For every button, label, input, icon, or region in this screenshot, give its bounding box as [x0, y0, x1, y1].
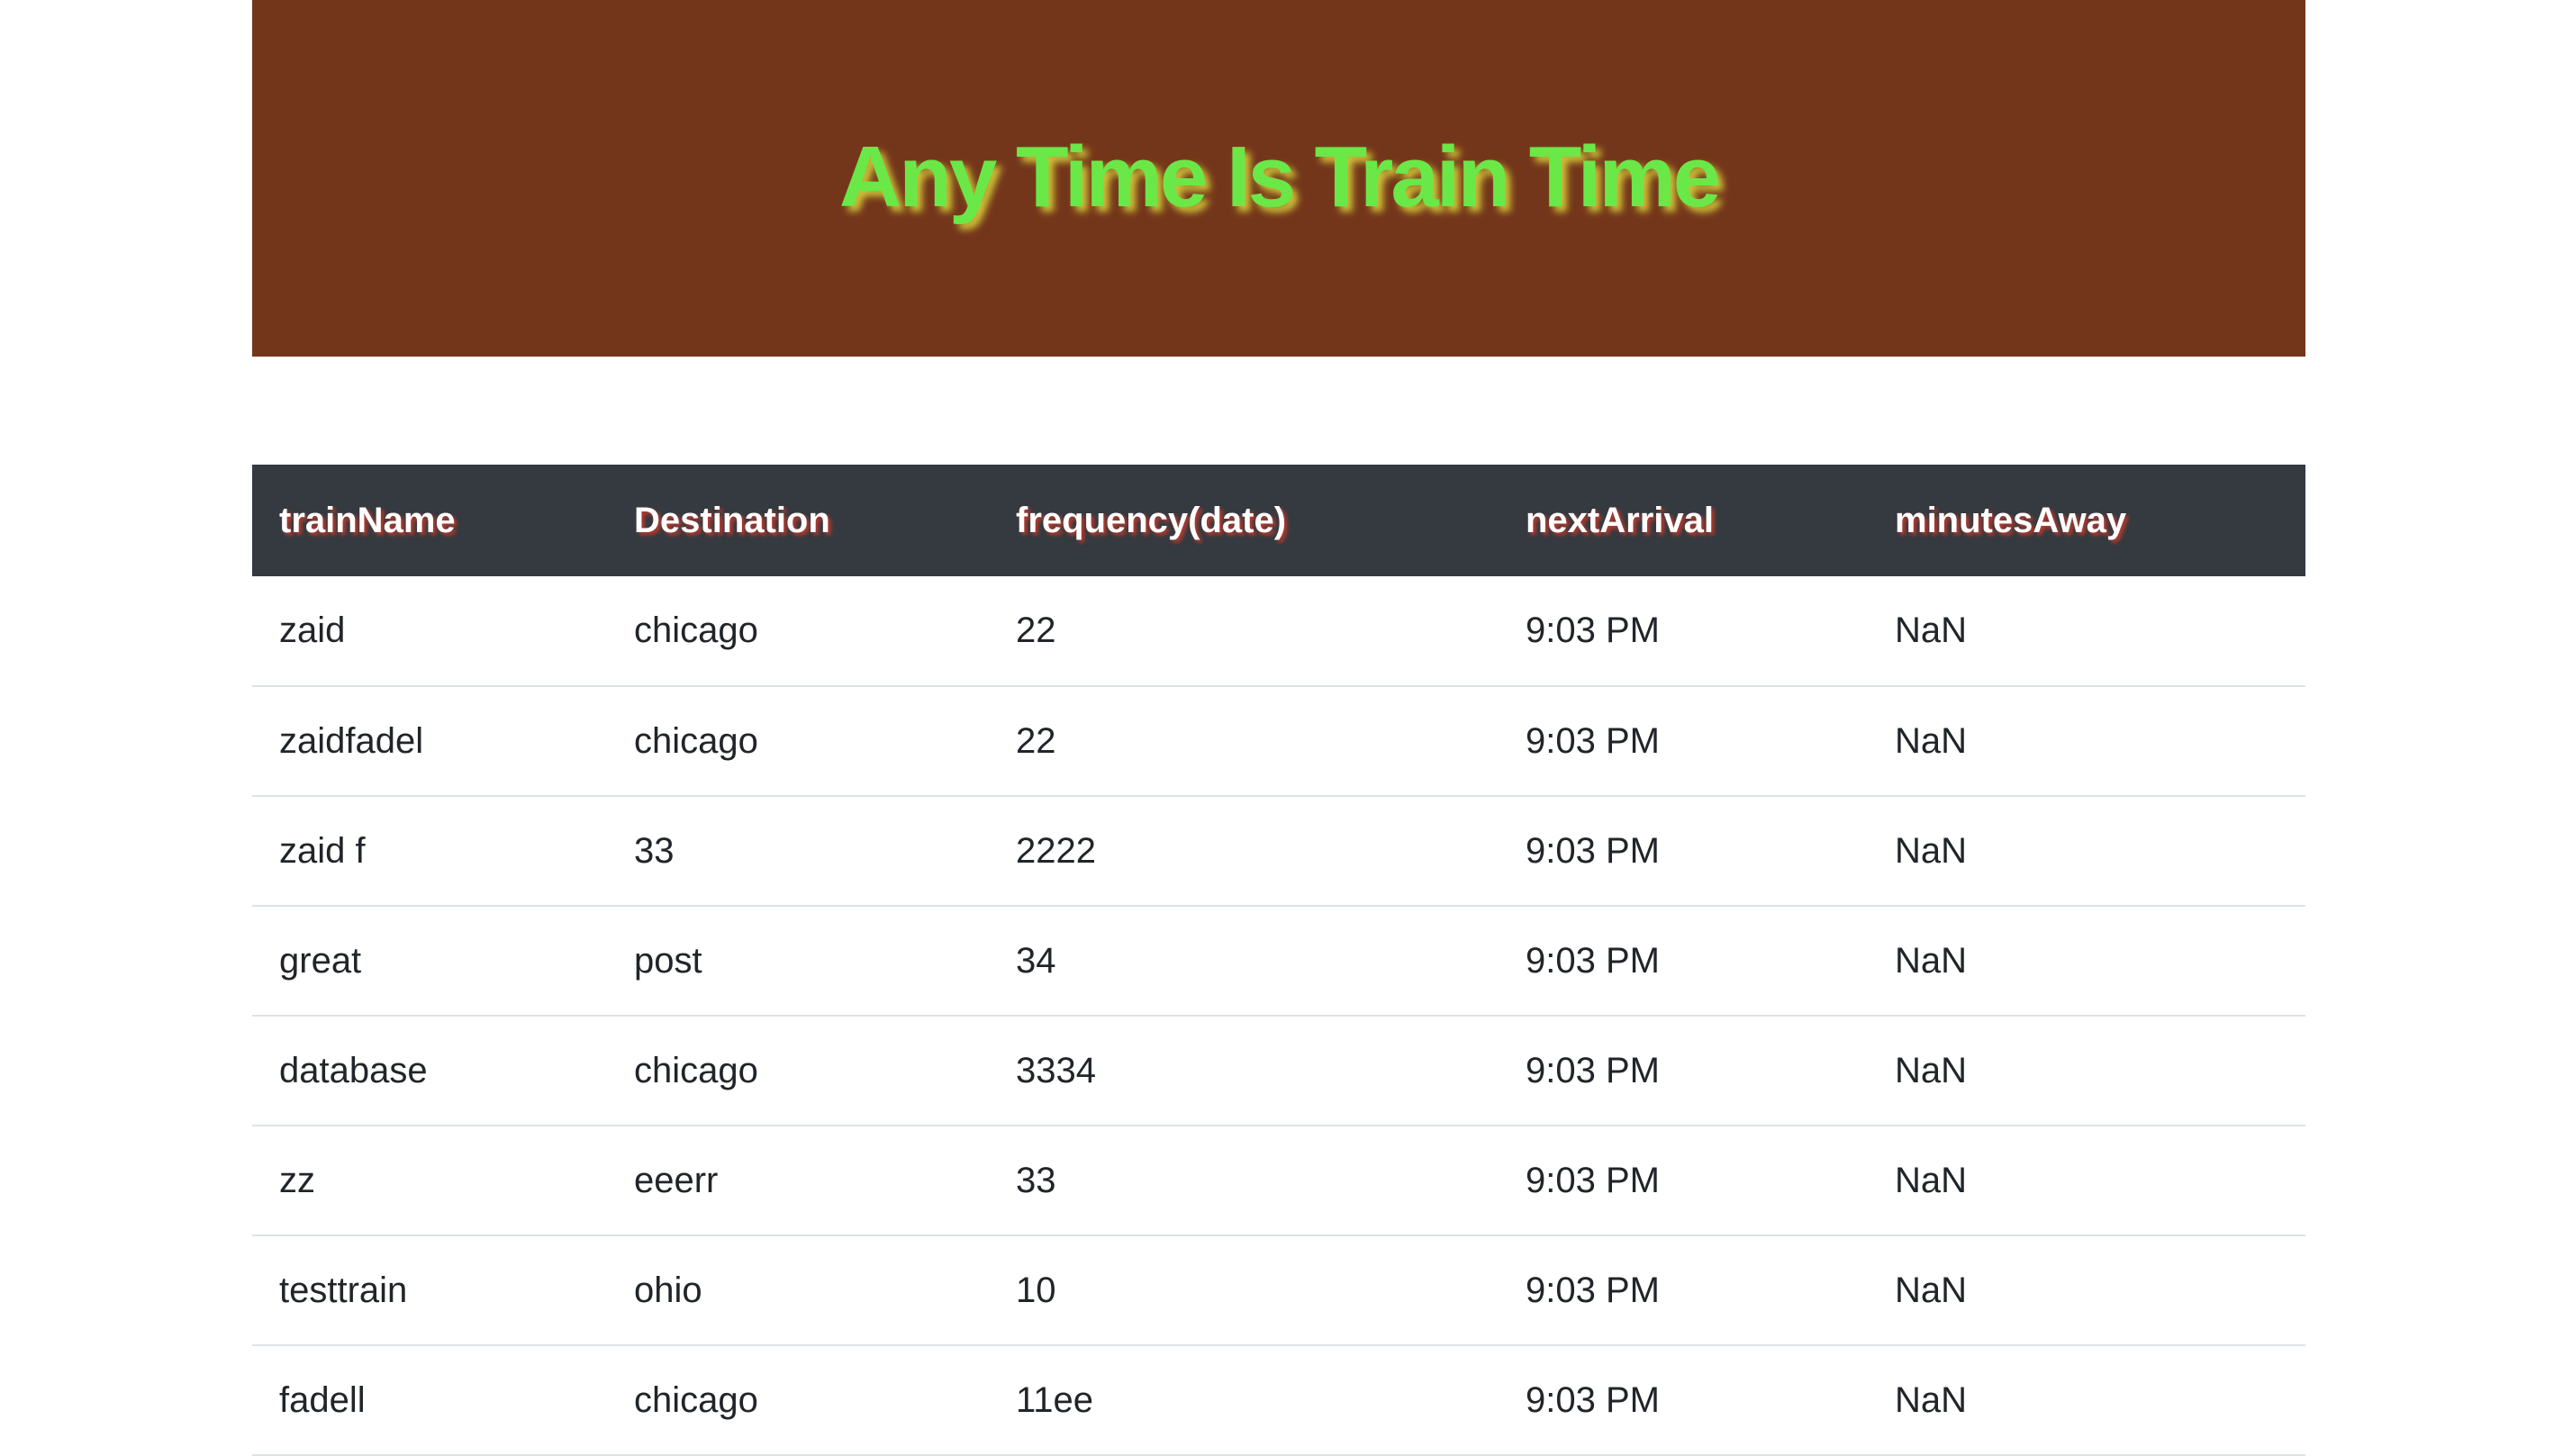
cell-train-name: database	[279, 1050, 428, 1090]
cell-next-arrival: 9:03 PM	[1526, 830, 1660, 871]
cell-frequency: 34	[1016, 940, 1056, 981]
cell-minutes-away: NaN	[1895, 1270, 1968, 1310]
cell-next-arrival: 9:03 PM	[1526, 940, 1660, 981]
cell-destination: ohio	[634, 1270, 702, 1310]
cell-train-name: zaidfadel	[279, 720, 424, 761]
cell-frequency: 11ee	[1016, 1379, 1094, 1420]
header-banner: Any Time Is Train Time	[252, 0, 2305, 357]
page-title: Any Time Is Train Time	[838, 129, 1721, 225]
column-header-minutes-away: minutesAway	[1895, 500, 2127, 540]
cell-frequency: 10	[1016, 1270, 1056, 1310]
cell-train-name: zaid f	[279, 830, 366, 871]
cell-destination: chicago	[634, 1050, 758, 1090]
table-header: trainName Destination frequency(date) ne…	[252, 465, 2305, 576]
column-header-train-name: trainName	[279, 500, 456, 540]
cell-frequency: 22	[1016, 610, 1056, 650]
page-container: Any Time Is Train Time trainName Destina…	[252, 0, 2305, 1455]
cell-minutes-away: NaN	[1895, 1050, 1968, 1090]
cell-destination: chicago	[634, 720, 758, 761]
table-body: zaid chicago 22 9:03 PM NaN zaidfadel ch…	[252, 576, 2305, 1455]
column-header-destination: Destination	[634, 500, 830, 540]
cell-next-arrival: 9:03 PM	[1526, 1050, 1660, 1090]
table-row: great post 34 9:03 PM NaN	[252, 906, 2305, 1016]
cell-destination: post	[634, 940, 702, 981]
cell-minutes-away: NaN	[1895, 1160, 1968, 1200]
cell-minutes-away: NaN	[1895, 1379, 1968, 1420]
table-row: fadell chicago 11ee 9:03 PM NaN	[252, 1345, 2305, 1455]
cell-train-name: great	[279, 940, 362, 981]
table-row: zaid f 33 2222 9:03 PM NaN	[252, 796, 2305, 906]
cell-train-name: fadell	[279, 1379, 366, 1420]
cell-train-name: zaid	[279, 610, 346, 650]
table-row: zz eeerr 33 9:03 PM NaN	[252, 1126, 2305, 1235]
cell-train-name: zz	[279, 1160, 315, 1200]
cell-frequency: 2222	[1016, 830, 1096, 871]
cell-train-name: testtrain	[279, 1270, 408, 1310]
cell-destination: chicago	[634, 610, 758, 650]
cell-next-arrival: 9:03 PM	[1526, 1160, 1660, 1200]
table-row: testtrain ohio 10 9:03 PM NaN	[252, 1235, 2305, 1345]
cell-minutes-away: NaN	[1895, 940, 1968, 981]
cell-next-arrival: 9:03 PM	[1526, 1379, 1660, 1420]
cell-frequency: 22	[1016, 720, 1056, 761]
cell-frequency: 3334	[1016, 1050, 1096, 1090]
column-header-frequency: frequency(date)	[1016, 500, 1287, 540]
table-header-row: trainName Destination frequency(date) ne…	[252, 465, 2305, 576]
table-row: zaid chicago 22 9:03 PM NaN	[252, 576, 2305, 686]
cell-destination: 33	[634, 830, 675, 871]
column-header-next-arrival: nextArrival	[1526, 500, 1714, 540]
cell-next-arrival: 9:03 PM	[1526, 720, 1660, 761]
cell-minutes-away: NaN	[1895, 610, 1968, 650]
cell-minutes-away: NaN	[1895, 720, 1968, 761]
train-schedule-table: trainName Destination frequency(date) ne…	[252, 465, 2305, 1456]
cell-destination: chicago	[634, 1379, 758, 1420]
table-row: zaidfadel chicago 22 9:03 PM NaN	[252, 686, 2305, 796]
cell-minutes-away: NaN	[1895, 830, 1968, 871]
table-row: database chicago 3334 9:03 PM NaN	[252, 1016, 2305, 1126]
cell-destination: eeerr	[634, 1160, 719, 1200]
cell-next-arrival: 9:03 PM	[1526, 610, 1660, 650]
cell-next-arrival: 9:03 PM	[1526, 1270, 1660, 1310]
cell-frequency: 33	[1016, 1160, 1056, 1200]
